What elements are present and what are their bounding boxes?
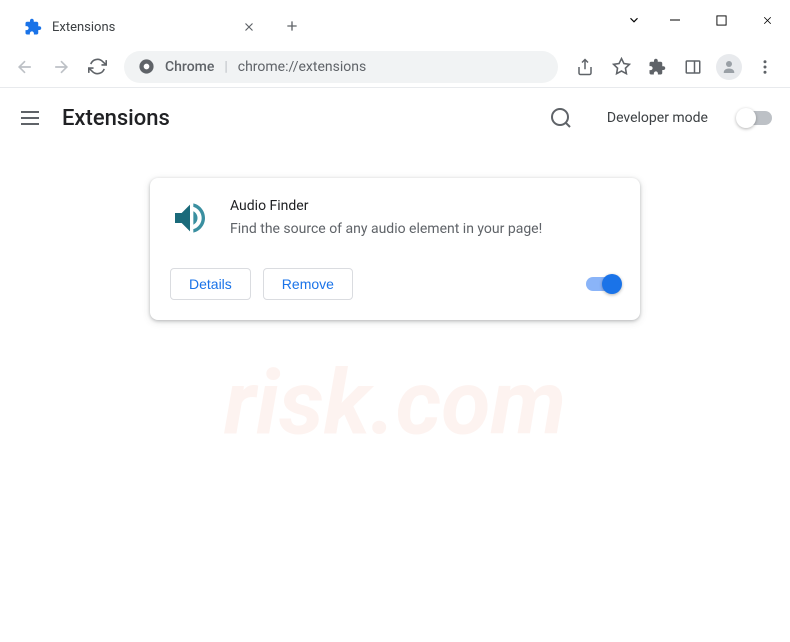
extension-icon <box>24 18 42 36</box>
extension-name: Audio Finder <box>230 198 620 214</box>
sidepanel-button[interactable] <box>676 50 710 84</box>
search-icon[interactable] <box>549 106 573 130</box>
speaker-icon <box>170 198 210 238</box>
content: Audio Finder Find the source of any audi… <box>0 148 790 350</box>
developer-mode-label: Developer mode <box>607 110 708 126</box>
developer-mode-toggle[interactable] <box>738 111 772 125</box>
minimize-button[interactable] <box>652 0 698 40</box>
window-controls <box>616 0 790 40</box>
menu-button[interactable] <box>748 50 782 84</box>
dropdown-button[interactable] <box>616 0 652 40</box>
close-icon[interactable] <box>242 20 256 34</box>
toggle-knob <box>602 274 622 294</box>
omnibox[interactable]: Chrome | chrome://extensions <box>124 51 558 83</box>
omnibox-text: Chrome | chrome://extensions <box>165 59 366 75</box>
profile-button[interactable] <box>712 50 746 84</box>
new-tab-button[interactable] <box>278 12 306 40</box>
browser-tab[interactable]: Extensions <box>10 8 270 46</box>
titlebar: Extensions <box>0 0 790 46</box>
avatar-icon <box>716 54 742 80</box>
maximize-button[interactable] <box>698 0 744 40</box>
tab-title: Extensions <box>52 20 232 35</box>
details-button[interactable]: Details <box>170 268 251 300</box>
chrome-icon <box>138 58 155 75</box>
remove-button[interactable]: Remove <box>263 268 353 300</box>
forward-button[interactable] <box>44 50 78 84</box>
extensions-button[interactable] <box>640 50 674 84</box>
bookmark-button[interactable] <box>604 50 638 84</box>
app-header: Extensions Developer mode <box>0 88 790 148</box>
close-window-button[interactable] <box>744 0 790 40</box>
extension-enable-toggle[interactable] <box>586 277 620 291</box>
share-button[interactable] <box>568 50 602 84</box>
reload-button[interactable] <box>80 50 114 84</box>
extension-card: Audio Finder Find the source of any audi… <box>150 178 640 320</box>
toolbar: Chrome | chrome://extensions <box>0 46 790 88</box>
extension-description: Find the source of any audio element in … <box>230 220 620 240</box>
hamburger-menu-button[interactable] <box>18 106 42 130</box>
back-button[interactable] <box>8 50 42 84</box>
toggle-knob <box>736 108 756 128</box>
page-title: Extensions <box>62 106 529 131</box>
